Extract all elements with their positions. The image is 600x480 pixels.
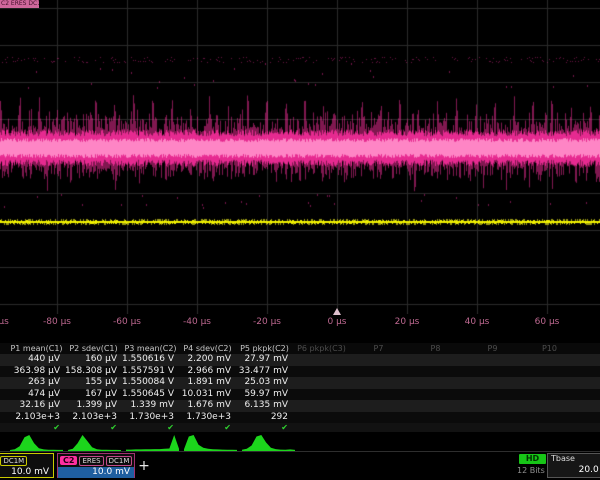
- timebase-value: 20.0 µs: [548, 464, 600, 476]
- time-axis: -100 µs -80 µs -60 µs -40 µs -20 µs 0 µs 20 µs…: [0, 314, 600, 330]
- param-header-p5[interactable]: P5 pkpk(C2): [236, 343, 293, 354]
- hd-bits-label: 12 Bits: [517, 466, 545, 475]
- graticule-canvas[interactable]: [0, 0, 600, 314]
- trigger-position-marker[interactable]: [333, 308, 341, 315]
- time-axis-label: 0 µs: [327, 317, 346, 327]
- c1-coupling-badge: DC1M: [0, 456, 27, 466]
- param-value: 2.103e+3: [65, 412, 122, 424]
- c2-vertical-scale: 10.0 mV: [58, 467, 134, 478]
- param-value: 1.891 mV: [179, 377, 236, 389]
- param-value: 167 µV: [65, 389, 122, 401]
- param-value: 2.200 mV: [179, 354, 236, 366]
- param-value: 155 µV: [65, 377, 122, 389]
- c2-label: C2: [60, 456, 77, 465]
- param-value: 292: [236, 412, 293, 424]
- time-axis-label: -40 µs: [183, 317, 211, 327]
- param-header-inactive[interactable]: P8: [407, 343, 464, 354]
- param-value: 59.97 mV: [236, 389, 293, 401]
- c1-vertical-scale: 10.0 mV: [0, 467, 53, 478]
- param-histicon[interactable]: [126, 433, 179, 451]
- param-value: 1.550645 V: [122, 389, 179, 401]
- histicon-row: [0, 432, 600, 451]
- param-value: 1.399 µV: [65, 400, 122, 412]
- timebase-title: Tbase: [548, 454, 600, 464]
- param-value: 1.339 mV: [122, 400, 179, 412]
- measure-table-row: 474 µV167 µV1.550645 V10.031 mV59.97 mV: [0, 389, 600, 401]
- param-header-p1[interactable]: P1 mean(C1): [8, 343, 65, 354]
- measure-table-row: 440 µV160 µV1.550616 V2.200 mV27.97 mV: [0, 354, 600, 366]
- trace-descriptor-badge[interactable]: C2 ERES DC1M: [0, 0, 39, 8]
- param-value: 1.730e+3: [179, 412, 236, 424]
- measure-table-row: 32.16 µV1.399 µV1.339 mV1.676 mV6.135 mV: [0, 400, 600, 412]
- measure-table: P1 mean(C1)P2 sdev(C1)P3 mean(C2)P4 sdev…: [0, 343, 600, 432]
- param-status-check: ✔: [179, 423, 236, 432]
- param-value: 1.730e+3: [122, 412, 179, 424]
- measure-table-status-row: ✔✔✔✔✔: [0, 423, 600, 432]
- param-histicon[interactable]: [242, 433, 295, 451]
- param-value: 27.97 mV: [236, 354, 293, 366]
- param-header-inactive[interactable]: P9: [464, 343, 521, 354]
- param-status-check: ✔: [122, 423, 179, 432]
- param-value: 2.966 mV: [179, 366, 236, 378]
- param-histicon[interactable]: [68, 433, 121, 451]
- hd-mode-badge[interactable]: HD: [519, 454, 546, 464]
- param-value: 440 µV: [8, 354, 65, 366]
- param-value: 474 µV: [8, 389, 65, 401]
- param-value: 263 µV: [8, 377, 65, 389]
- timebase-descriptor[interactable]: Tbase 20.0 µs: [547, 453, 600, 478]
- param-value: 1.550616 V: [122, 354, 179, 366]
- param-status-check: ✔: [65, 423, 122, 432]
- channel-descriptor-c1[interactable]: C1 DC1M 10.0 mV: [0, 453, 54, 478]
- measure-table-row: 363.98 µV158.308 µV1.557591 V2.966 mV33.…: [0, 366, 600, 378]
- param-header-inactive[interactable]: P7: [350, 343, 407, 354]
- measure-table-row: 2.103e+32.103e+31.730e+31.730e+3292: [0, 412, 600, 424]
- param-value: 1.676 mV: [179, 400, 236, 412]
- param-value: 32.16 µV: [8, 400, 65, 412]
- param-value: 160 µV: [65, 354, 122, 366]
- time-axis-label: -80 µs: [43, 317, 71, 327]
- oscilloscope-screen: C2 ERES DC1M -100 µs -80 µs -60 µs -40 µs -2…: [0, 0, 600, 480]
- measure-table-row: 263 µV155 µV1.550084 V1.891 mV25.03 mV: [0, 377, 600, 389]
- param-value: 1.557591 V: [122, 366, 179, 378]
- time-axis-label: 20 µs: [395, 317, 420, 327]
- time-axis-label: 40 µs: [465, 317, 490, 327]
- time-axis-label: 60 µs: [535, 317, 560, 327]
- param-histicon[interactable]: [10, 433, 63, 451]
- param-value: 1.550084 V: [122, 377, 179, 389]
- time-axis-label: -60 µs: [113, 317, 141, 327]
- param-value: 2.103e+3: [8, 412, 65, 424]
- param-header-p2[interactable]: P2 sdev(C1): [65, 343, 122, 354]
- param-status-check: ✔: [236, 423, 293, 432]
- c2-coupling-badge: DC1M: [106, 456, 133, 466]
- measure-table-header: P1 mean(C1)P2 sdev(C1)P3 mean(C2)P4 sdev…: [0, 343, 600, 354]
- param-histicon[interactable]: [184, 433, 237, 451]
- c2-eres-badge: ERES: [79, 456, 103, 466]
- param-value: 33.477 mV: [236, 366, 293, 378]
- param-header-p3[interactable]: P3 mean(C2): [122, 343, 179, 354]
- param-status-check: ✔: [8, 423, 65, 432]
- param-value: 158.308 µV: [65, 366, 122, 378]
- param-header-inactive[interactable]: P10: [521, 343, 578, 354]
- param-header-p4[interactable]: P4 sdev(C2): [179, 343, 236, 354]
- param-value: 25.03 mV: [236, 377, 293, 389]
- channel-descriptor-c2[interactable]: C2 ERES DC1M 10.0 mV: [57, 453, 135, 478]
- measure-table-rows: 440 µV160 µV1.550616 V2.200 mV27.97 mV36…: [0, 354, 600, 423]
- bottom-bar-divider: [0, 451, 600, 452]
- time-axis-label: -100 µs: [0, 317, 9, 327]
- param-value: 6.135 mV: [236, 400, 293, 412]
- param-value: 363.98 µV: [8, 366, 65, 378]
- add-trace-button[interactable]: +: [136, 458, 152, 474]
- time-axis-label: -20 µs: [253, 317, 281, 327]
- param-header-inactive[interactable]: P6 pkpk(C3): [293, 343, 350, 354]
- param-value: 10.031 mV: [179, 389, 236, 401]
